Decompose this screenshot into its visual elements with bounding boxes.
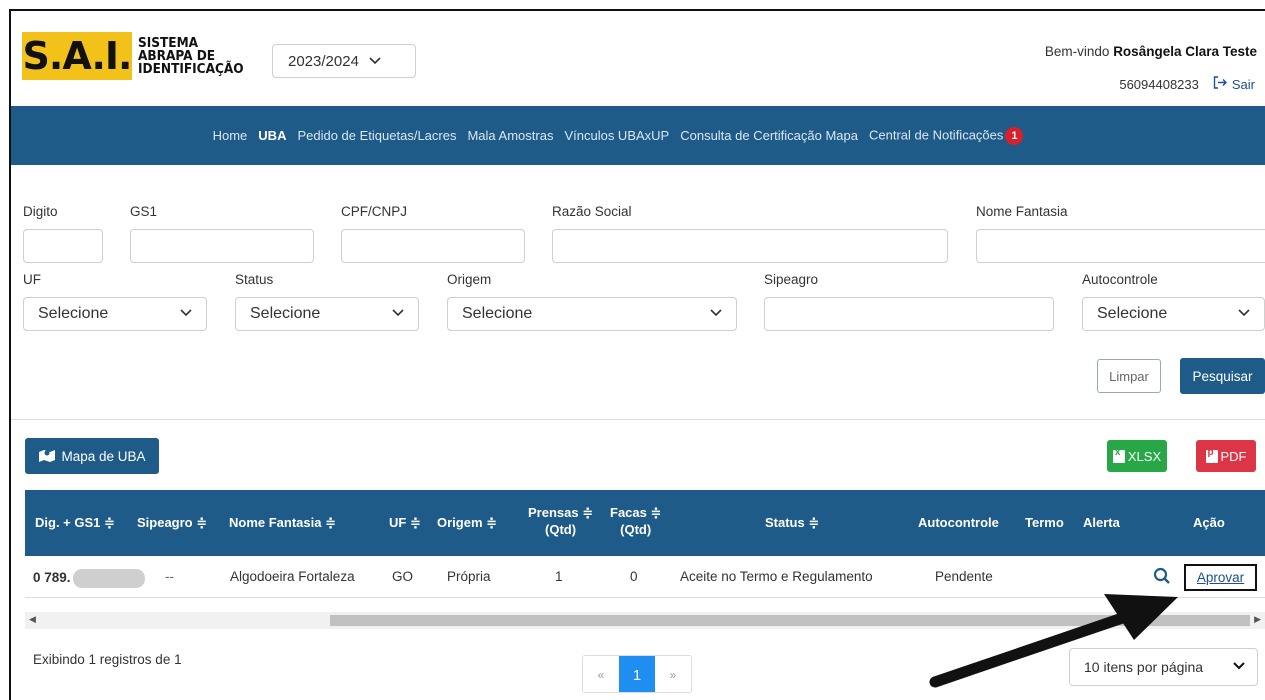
sipeagro-label: Sipeagro bbox=[764, 272, 819, 287]
divider bbox=[11, 419, 1265, 420]
table-header: Dig. + GS1 ≑ Sipeagro ≑ Nome Fantasia ≑ … bbox=[25, 490, 1265, 556]
chevron-down-icon bbox=[1238, 306, 1250, 320]
search-button[interactable]: Pesquisar bbox=[1180, 358, 1265, 394]
digito-input[interactable] bbox=[23, 229, 103, 263]
col-uf[interactable]: UF ≑ bbox=[389, 514, 421, 531]
status-select[interactable]: Selecione bbox=[235, 297, 419, 331]
main-navbar: Home UBA Pedido de Etiquetas/Lacres Mala… bbox=[11, 106, 1265, 165]
logo-text: SISTEMA ABRAPA DE IDENTIFICAÇÃO bbox=[138, 34, 244, 77]
logout-icon bbox=[1213, 76, 1228, 92]
pagination: « 1 » bbox=[582, 655, 692, 693]
export-xlsx-button[interactable]: XLSX bbox=[1107, 440, 1167, 472]
sipeagro-input[interactable] bbox=[764, 297, 1054, 331]
chevron-down-icon bbox=[180, 306, 192, 320]
chevron-down-icon bbox=[392, 306, 404, 320]
cell-sipeagro: -- bbox=[165, 569, 174, 584]
col-prensas[interactable]: Prensas ≑ (Qtd) bbox=[528, 504, 593, 538]
scroll-thumb[interactable] bbox=[330, 615, 1250, 626]
season-select[interactable]: 2023/2024 bbox=[272, 44, 416, 78]
chevron-down-icon bbox=[369, 54, 381, 68]
autocontrole-select[interactable]: Selecione bbox=[1082, 297, 1265, 331]
nav-uba[interactable]: UBA bbox=[258, 128, 286, 143]
uf-label: UF bbox=[23, 272, 41, 287]
welcome-text: Bem-vindo Rosângela Clara Teste bbox=[1044, 44, 1257, 59]
fantasia-label: Nome Fantasia bbox=[976, 204, 1068, 219]
fantasia-input[interactable] bbox=[976, 229, 1265, 263]
cell-uf: GO bbox=[392, 569, 414, 584]
export-pdf-button[interactable]: PDF bbox=[1196, 440, 1256, 472]
records-info: Exibindo 1 registros de 1 bbox=[33, 652, 182, 667]
chevron-down-icon bbox=[1233, 659, 1245, 673]
notification-badge: 1 bbox=[1005, 126, 1024, 145]
nav-consulta-certificacao[interactable]: Consulta de Certificação Mapa bbox=[680, 128, 858, 143]
col-acao: Ação bbox=[1193, 515, 1225, 530]
col-dig[interactable]: Dig. + GS1 ≑ bbox=[35, 514, 115, 531]
excel-file-icon bbox=[1112, 447, 1125, 463]
logo-mark: S.A.I. bbox=[22, 32, 132, 80]
chevron-down-icon bbox=[710, 306, 722, 320]
nav-vinculos[interactable]: Vínculos UBAxUP bbox=[564, 128, 669, 143]
cell-dig: 0 789. bbox=[33, 569, 145, 588]
scroll-right-icon[interactable]: ▶ bbox=[1254, 614, 1261, 625]
cell-fantasia: Algodoeira Fortaleza bbox=[230, 569, 355, 584]
origem-label: Origem bbox=[447, 272, 492, 287]
scroll-left-icon[interactable]: ◀ bbox=[29, 614, 36, 625]
origem-select[interactable]: Selecione bbox=[447, 297, 737, 331]
search-icon[interactable] bbox=[1153, 567, 1171, 588]
col-autocontrole: Autocontrole bbox=[918, 515, 999, 530]
redacted-mask bbox=[72, 569, 145, 588]
nav-mala-amostras[interactable]: Mala Amostras bbox=[467, 128, 553, 143]
col-facas[interactable]: Facas ≑ (Qtd) bbox=[610, 504, 661, 538]
cell-autocontrole: Pendente bbox=[935, 569, 993, 584]
status-label: Status bbox=[235, 272, 274, 287]
col-origem[interactable]: Origem ≑ bbox=[437, 514, 497, 531]
nav-home[interactable]: Home bbox=[213, 128, 248, 143]
horizontal-scrollbar[interactable]: ◀ ▶ bbox=[25, 612, 1265, 629]
approve-link[interactable]: Aprovar bbox=[1184, 564, 1257, 591]
map-uba-button[interactable]: Mapa de UBA bbox=[25, 438, 159, 474]
col-alerta: Alerta bbox=[1083, 515, 1120, 530]
gs1-label: GS1 bbox=[130, 204, 158, 219]
cell-status: Aceite no Termo e Regulamento bbox=[680, 569, 873, 584]
razao-input[interactable] bbox=[552, 229, 948, 263]
digito-label: Digito bbox=[23, 204, 58, 219]
nav-pedido-etiquetas[interactable]: Pedido de Etiquetas/Lacres bbox=[297, 128, 456, 143]
page-1[interactable]: 1 bbox=[619, 656, 655, 692]
cell-origem: Própria bbox=[447, 569, 491, 584]
page-prev[interactable]: « bbox=[583, 656, 619, 692]
per-page-select[interactable]: 10 itens por página bbox=[1069, 648, 1258, 686]
col-status[interactable]: Status ≑ bbox=[765, 514, 819, 531]
cpf-label: CPF/CNPJ bbox=[341, 204, 408, 219]
user-id: 56094408233 bbox=[1119, 76, 1199, 92]
pdf-file-icon bbox=[1205, 447, 1218, 463]
col-fantasia[interactable]: Nome Fantasia ≑ bbox=[229, 514, 336, 531]
clear-button[interactable]: Limpar bbox=[1097, 359, 1161, 393]
map-icon bbox=[38, 448, 56, 465]
razao-label: Razão Social bbox=[552, 204, 632, 219]
user-line: 56094408233 Sair bbox=[1119, 76, 1255, 92]
sai-logo[interactable]: S.A.I. SISTEMA ABRAPA DE IDENTIFICAÇÃO bbox=[22, 32, 244, 80]
col-sipeagro[interactable]: Sipeagro ≑ bbox=[137, 514, 207, 531]
uf-select[interactable]: Selecione bbox=[23, 297, 207, 331]
cpf-input[interactable] bbox=[341, 229, 525, 263]
table-row: 0 789. -- Algodoeira Fortaleza GO Própri… bbox=[25, 556, 1265, 598]
cell-facas: 0 bbox=[630, 569, 638, 584]
cell-prensas: 1 bbox=[555, 569, 563, 584]
gs1-input[interactable] bbox=[130, 229, 314, 263]
user-name: Rosângela Clara Teste bbox=[1113, 44, 1257, 59]
autocontrole-label: Autocontrole bbox=[1082, 272, 1158, 287]
logout-link[interactable]: Sair bbox=[1213, 76, 1255, 92]
page-next[interactable]: » bbox=[655, 656, 691, 692]
col-termo: Termo bbox=[1025, 515, 1064, 530]
nav-central-notificacoes[interactable]: Central de Notificações 1 bbox=[869, 126, 1024, 145]
